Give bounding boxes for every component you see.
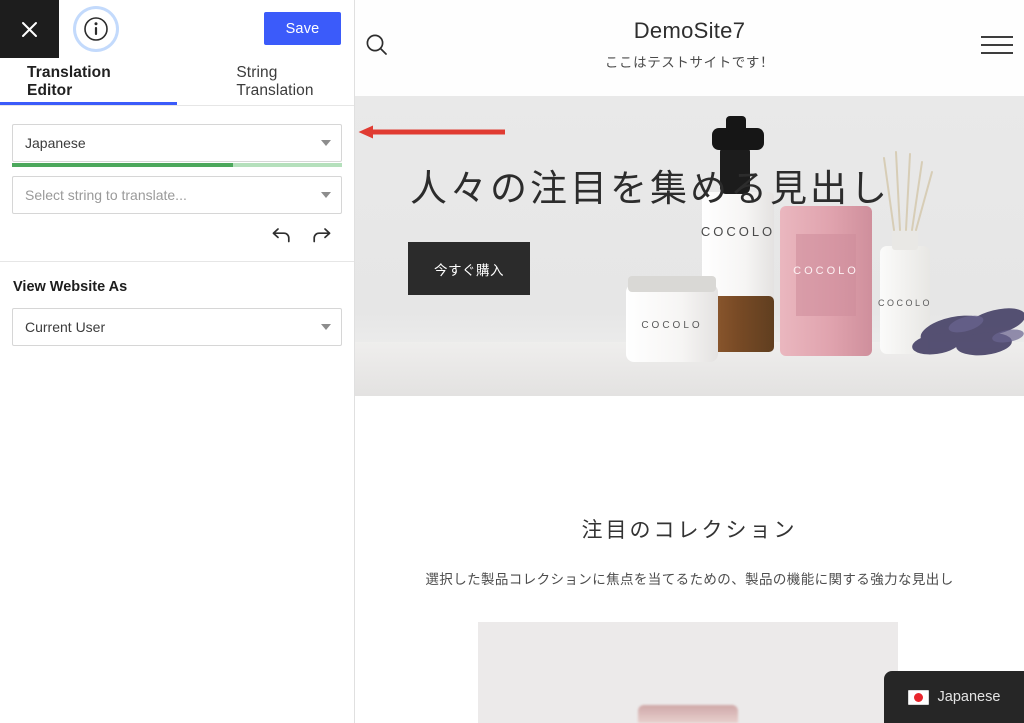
chevron-down-icon (321, 192, 331, 198)
sidebar-body: Japanese Select string to translate... V… (0, 124, 354, 346)
hero-section: COCOLO COCOLO COCOLO COCOLO 人々の注目を集める見出し… (355, 96, 1024, 396)
language-switcher-badge[interactable]: Japanese (884, 671, 1024, 723)
sidebar-toolbar: Save (0, 0, 354, 58)
info-glyph (84, 17, 108, 41)
featured-collection-section: 注目のコレクション 選択した製品コレクションに焦点を当てるための、製品の機能に関… (355, 396, 1024, 588)
chevron-down-icon (321, 140, 331, 146)
flag-japan-disc (913, 692, 923, 702)
flag-japan-icon (907, 689, 929, 705)
view-website-as-value: Current User (25, 319, 106, 335)
language-select-value: Japanese (25, 135, 86, 151)
hamburger-line (981, 36, 1013, 38)
site-subtitle: ここはテストサイトです！ (604, 55, 775, 70)
translation-progress-fill (12, 163, 234, 167)
hamburger-menu-icon[interactable] (981, 36, 1013, 54)
sidebar-tabs: Translation Editor String Translation (0, 58, 354, 106)
site-preview: DemoSite7 ここはテストサイトです！ COCOLO COCOLO COC… (355, 0, 1024, 723)
close-glyph (22, 21, 37, 37)
svg-text:COCOLO: COCOLO (878, 298, 932, 308)
translation-sidebar: Save Translation Editor String Translati… (0, 0, 355, 723)
search-glyph (366, 34, 387, 55)
view-website-as-label: View Website As (13, 279, 128, 295)
info-icon[interactable] (76, 9, 116, 49)
translation-progress-bar (12, 163, 342, 167)
tab-translation-editor[interactable]: Translation Editor (27, 58, 155, 106)
featured-collection-subtitle: 選択した製品コレクションに焦点を当てるための、製品の機能に関する強力な見出し (425, 572, 954, 587)
redo-icon[interactable] (310, 224, 332, 246)
hero-cta-button[interactable]: 今すぐ購入 (408, 242, 530, 295)
hamburger-line (981, 52, 1013, 54)
history-controls (0, 214, 354, 246)
product-thumbnail (638, 705, 738, 723)
app-root: Save Translation Editor String Translati… (0, 0, 1024, 723)
site-title[interactable]: DemoSite7 (605, 18, 774, 44)
svg-text:COCOLO: COCOLO (641, 320, 702, 331)
string-select-wrap: Select string to translate... (0, 176, 354, 214)
active-tab-indicator (0, 102, 177, 105)
view-website-as-section: View Website As Current User (0, 262, 354, 346)
string-select-placeholder: Select string to translate... (25, 187, 187, 203)
featured-collection-title: 注目のコレクション (581, 519, 798, 542)
hero-product-photo: COCOLO COCOLO COCOLO COCOLO (626, 116, 1024, 362)
undo-icon[interactable] (270, 224, 292, 246)
chevron-down-icon (321, 324, 331, 330)
undo-glyph (272, 228, 290, 243)
site-header: DemoSite7 ここはテストサイトです！ (355, 0, 1024, 96)
string-select[interactable]: Select string to translate... (12, 176, 342, 214)
search-icon[interactable] (364, 32, 390, 63)
language-select-wrap: Japanese (0, 124, 354, 167)
save-button[interactable]: Save (264, 12, 341, 45)
site-branding: DemoSite7 ここはテストサイトです！ (605, 0, 774, 71)
language-select[interactable]: Japanese (12, 124, 342, 162)
product-card[interactable] (478, 622, 898, 723)
view-website-as-select[interactable]: Current User (12, 308, 342, 346)
redo-glyph (312, 228, 330, 243)
svg-text:COCOLO: COCOLO (701, 224, 775, 239)
language-switcher-label: Japanese (937, 689, 1001, 705)
close-icon[interactable] (0, 0, 59, 58)
svg-text:COCOLO: COCOLO (793, 265, 859, 277)
tab-string-translation[interactable]: String Translation (236, 58, 354, 106)
hamburger-line (981, 44, 1013, 46)
hero-headline: 人々の注目を集める見出し (410, 168, 890, 209)
